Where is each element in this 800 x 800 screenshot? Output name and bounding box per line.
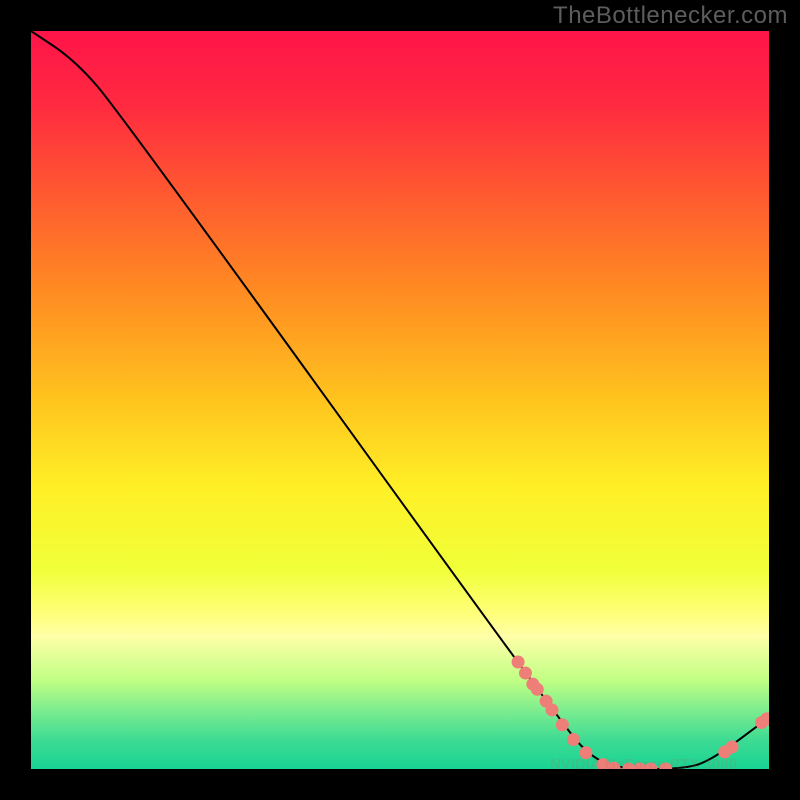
data-marker <box>531 683 544 696</box>
data-marker <box>567 733 580 746</box>
series-label: NVIDIA GeForce RTX 3080 <box>550 756 737 769</box>
chart-container: TheBottlenecker.com NVIDIA GeForce RTX 3… <box>0 0 800 800</box>
data-marker <box>519 667 532 680</box>
data-marker <box>546 703 559 716</box>
data-marker <box>512 655 525 668</box>
data-marker <box>726 740 739 753</box>
data-marker <box>556 718 569 731</box>
chart-svg: NVIDIA GeForce RTX 3080 <box>31 31 769 769</box>
plot-area: NVIDIA GeForce RTX 3080 <box>31 31 769 769</box>
gradient-background <box>31 31 769 769</box>
watermark-label: TheBottlenecker.com <box>553 2 788 30</box>
